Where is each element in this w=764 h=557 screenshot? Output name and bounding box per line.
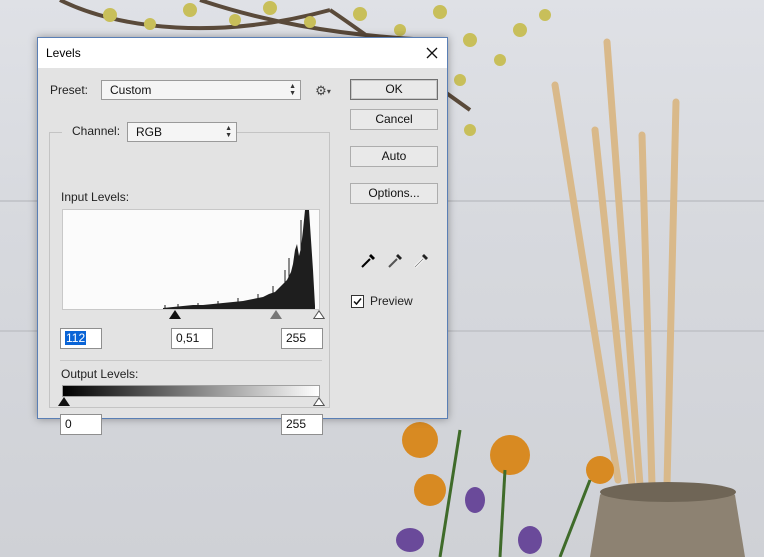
channel-value: RGB <box>136 125 163 139</box>
select-arrows-icon: ▲ ▼ <box>225 125 232 139</box>
output-levels-label: Output Levels: <box>61 367 139 381</box>
output-white-field[interactable]: 255 <box>281 414 323 435</box>
checkmark-icon <box>353 298 362 306</box>
input-black-slider[interactable] <box>169 310 181 319</box>
preset-select[interactable]: Custom ▲ ▼ <box>101 80 301 100</box>
input-white-field[interactable]: 255 <box>281 328 323 349</box>
input-black-value: 112 <box>65 331 87 345</box>
gear-icon: ⚙ <box>315 83 327 98</box>
title-bar[interactable]: Levels <box>38 38 447 68</box>
dialog-body: Preset: Custom ▲ ▼ ⚙ ▾ OK Cancel Auto Opti… <box>38 68 447 435</box>
select-arrows-icon: ▲ ▼ <box>289 83 296 97</box>
gray-eyedropper-icon[interactable] <box>386 252 404 270</box>
levels-dialog: Levels Preset: Custom ▲ ▼ ⚙ ▾ OK Cancel Au… <box>37 37 448 435</box>
preview-checkbox[interactable] <box>351 295 364 308</box>
histogram <box>62 209 320 310</box>
channel-select[interactable]: RGB ▲ ▼ <box>127 122 237 142</box>
ok-button[interactable]: OK <box>350 79 438 100</box>
output-white-slider[interactable] <box>313 397 325 406</box>
output-black-field[interactable]: 0 <box>60 414 102 435</box>
output-black-slider[interactable] <box>58 397 70 406</box>
cancel-button[interactable]: Cancel <box>350 109 438 130</box>
preset-value: Custom <box>110 83 152 97</box>
dialog-title: Levels <box>46 46 81 60</box>
separator <box>60 360 322 361</box>
preset-label: Preset: <box>50 83 89 97</box>
input-white-slider[interactable] <box>313 310 325 319</box>
preset-options-button[interactable]: ⚙ ▾ <box>312 82 334 100</box>
input-levels-label: Input Levels: <box>61 190 130 204</box>
close-icon <box>426 47 438 59</box>
black-eyedropper-icon[interactable] <box>359 252 377 270</box>
preview-label: Preview <box>370 294 413 308</box>
white-eyedropper-icon[interactable] <box>412 252 430 270</box>
close-button[interactable] <box>417 38 447 68</box>
histogram-graph <box>163 210 315 309</box>
output-gradient-bar <box>62 385 320 397</box>
input-gamma-slider[interactable] <box>270 310 282 319</box>
channel-label: Channel: <box>62 124 131 138</box>
input-black-field[interactable]: 112 <box>60 328 102 349</box>
auto-button[interactable]: Auto <box>350 146 438 167</box>
options-button[interactable]: Options... <box>350 183 438 204</box>
input-gamma-field[interactable]: 0,51 <box>171 328 213 349</box>
